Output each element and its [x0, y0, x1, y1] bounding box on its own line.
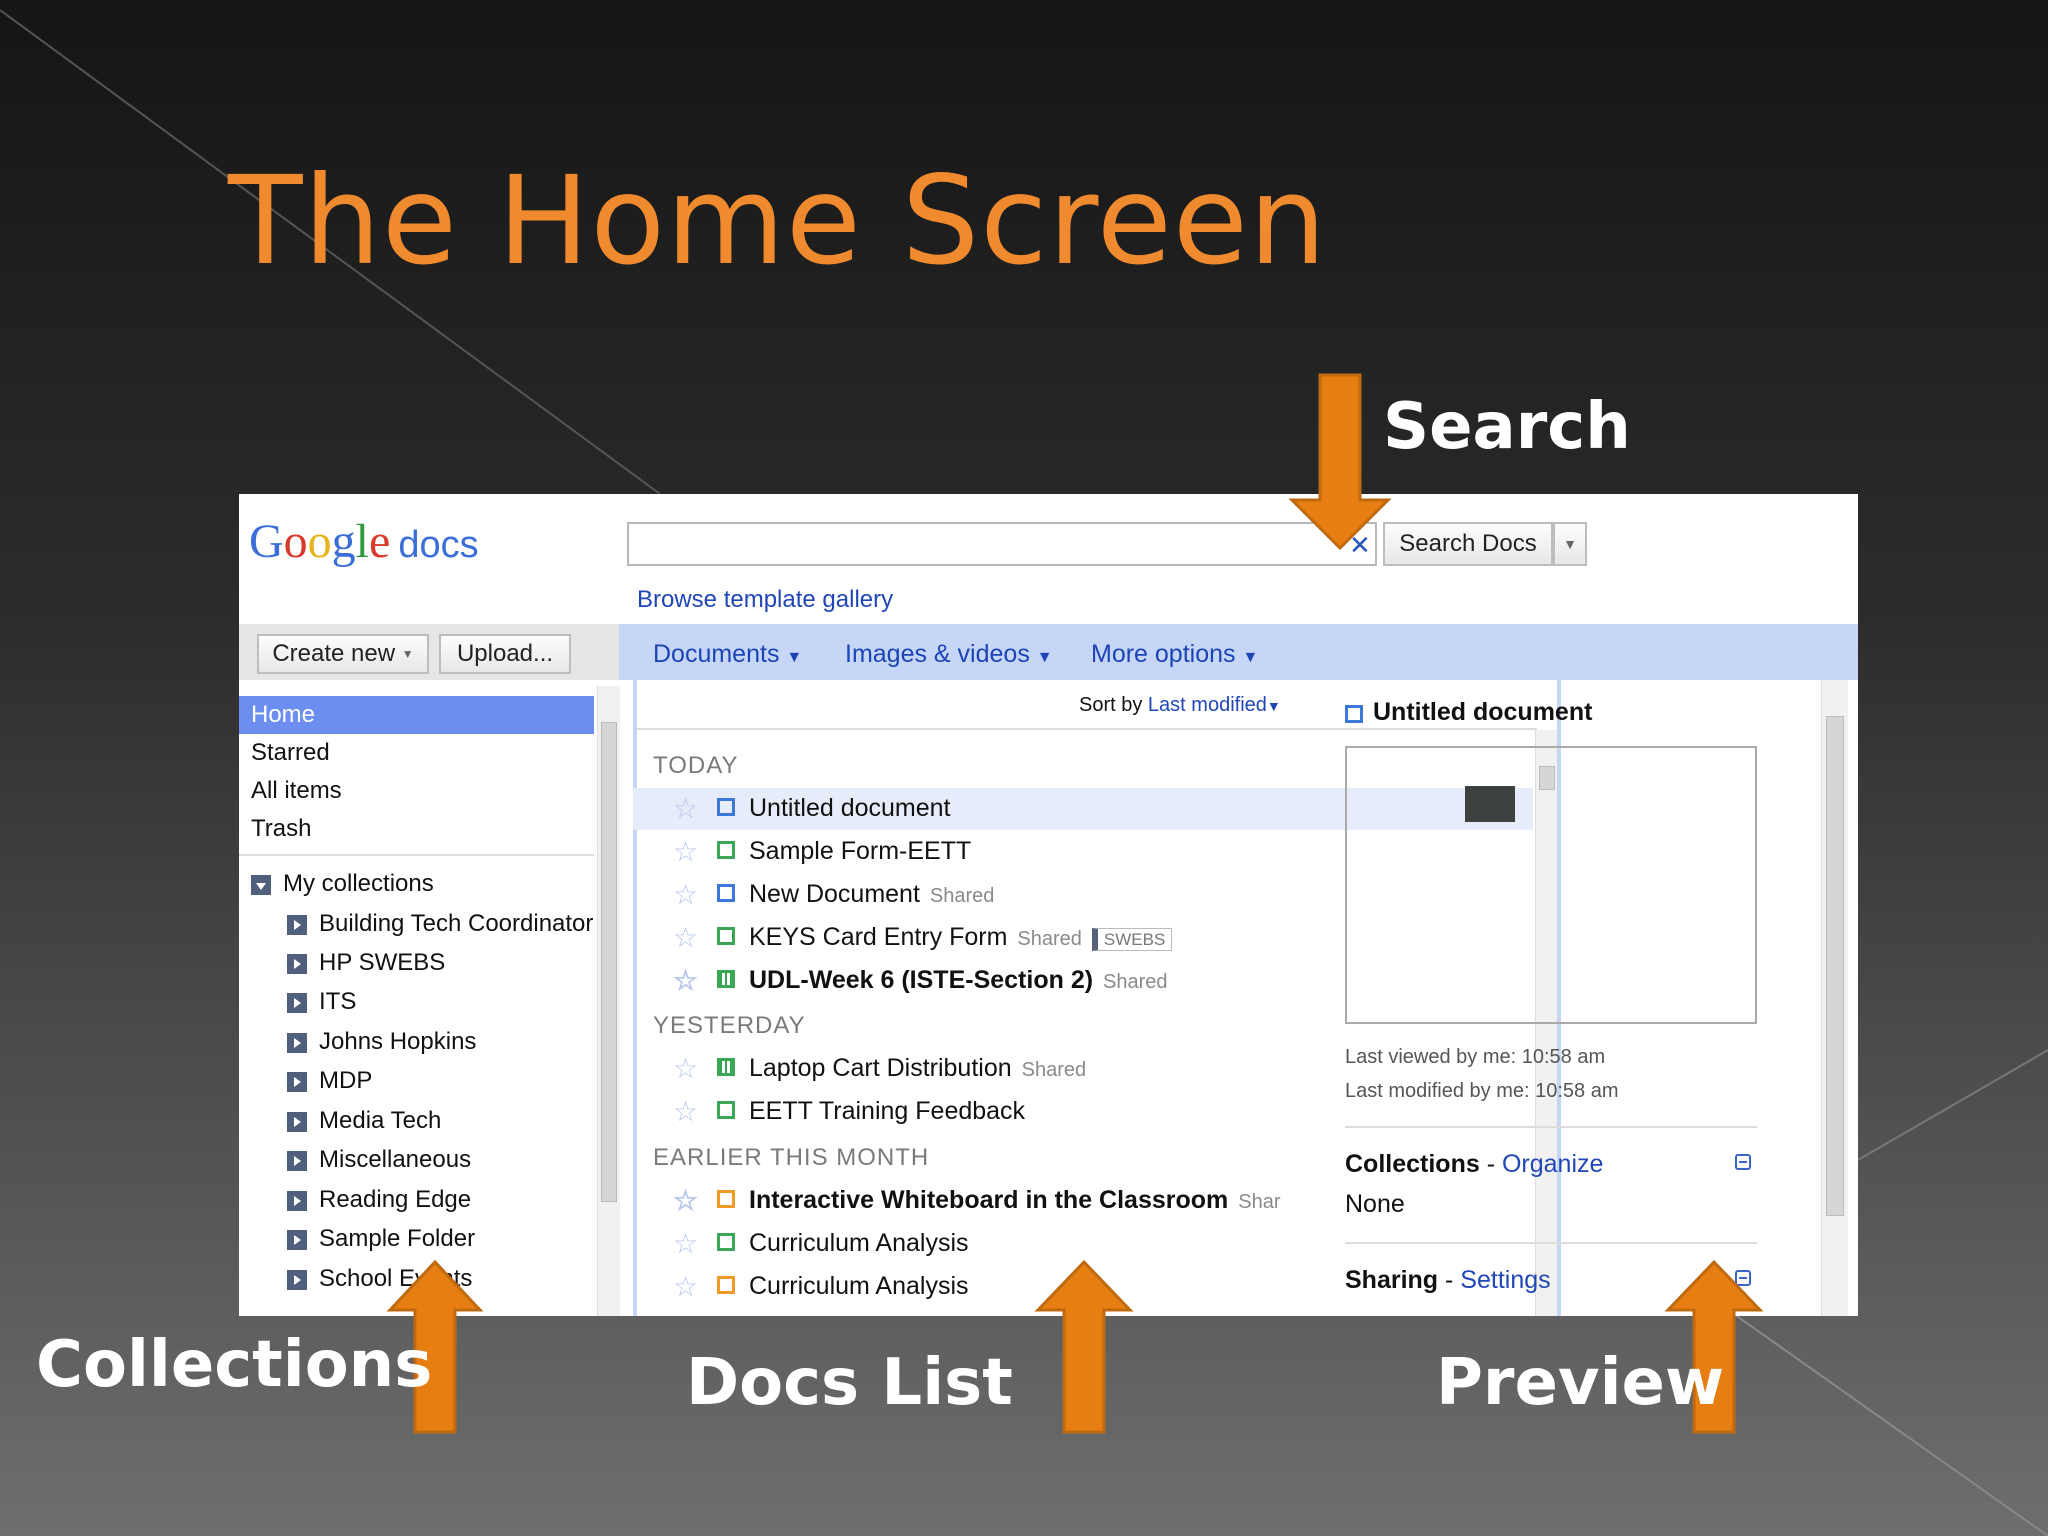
arrow-up-icon: [1034, 1259, 1134, 1434]
arrow-down-icon: [1288, 373, 1392, 551]
callout-docs-list: Docs List: [686, 1346, 1013, 1420]
callout-preview: Preview: [1436, 1346, 1725, 1420]
callout-arrows: [386, 373, 1764, 1434]
callout-collections: Collections: [36, 1328, 433, 1402]
